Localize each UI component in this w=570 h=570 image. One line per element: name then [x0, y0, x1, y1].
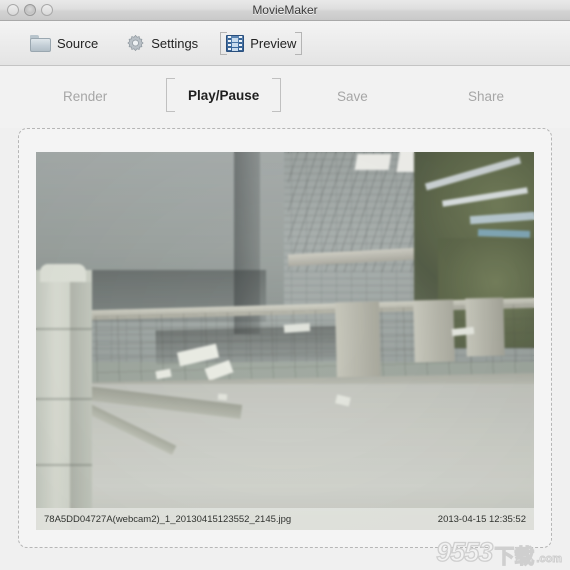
share-button[interactable]: Share — [468, 89, 504, 104]
preview-timestamp: 2013-04-15 12:35:52 — [437, 513, 526, 525]
render-button[interactable]: Render — [63, 89, 107, 104]
watermark-domain: .com — [536, 553, 563, 565]
title-bar: MovieMaker — [0, 0, 570, 21]
toolbar: Source Settings Preview — [0, 21, 570, 66]
save-button[interactable]: Save — [337, 89, 368, 104]
preview-caption-bar: 78A5DD04727A(webcam2)_1_20130415123552_2… — [36, 508, 534, 530]
toolbar-item-preview-label: Preview — [250, 36, 297, 51]
webcam-photo-scene — [36, 152, 534, 530]
film-strip-icon — [226, 35, 245, 52]
toolbar-item-source[interactable]: Source — [24, 32, 104, 55]
gear-icon — [126, 34, 145, 53]
toolbar-item-settings-label: Settings — [151, 36, 199, 51]
folder-icon — [30, 35, 51, 52]
action-bar: Render Play/Pause Save Share — [0, 66, 570, 128]
window-title: MovieMaker — [252, 3, 318, 17]
preview-image[interactable]: 78A5DD04727A(webcam2)_1_20130415123552_2… — [36, 152, 534, 530]
preview-filename: 78A5DD04727A(webcam2)_1_20130415123552_2… — [44, 513, 292, 525]
toolbar-item-source-label: Source — [57, 36, 99, 51]
play-pause-button[interactable]: Play/Pause — [166, 78, 282, 112]
toolbar-item-preview[interactable]: Preview — [220, 32, 303, 55]
toolbar-item-settings[interactable]: Settings — [120, 31, 204, 56]
watermark-cn-text: 下载 — [494, 544, 535, 568]
app-window: MovieMaker Source Settings Preview Rende… — [0, 0, 570, 570]
